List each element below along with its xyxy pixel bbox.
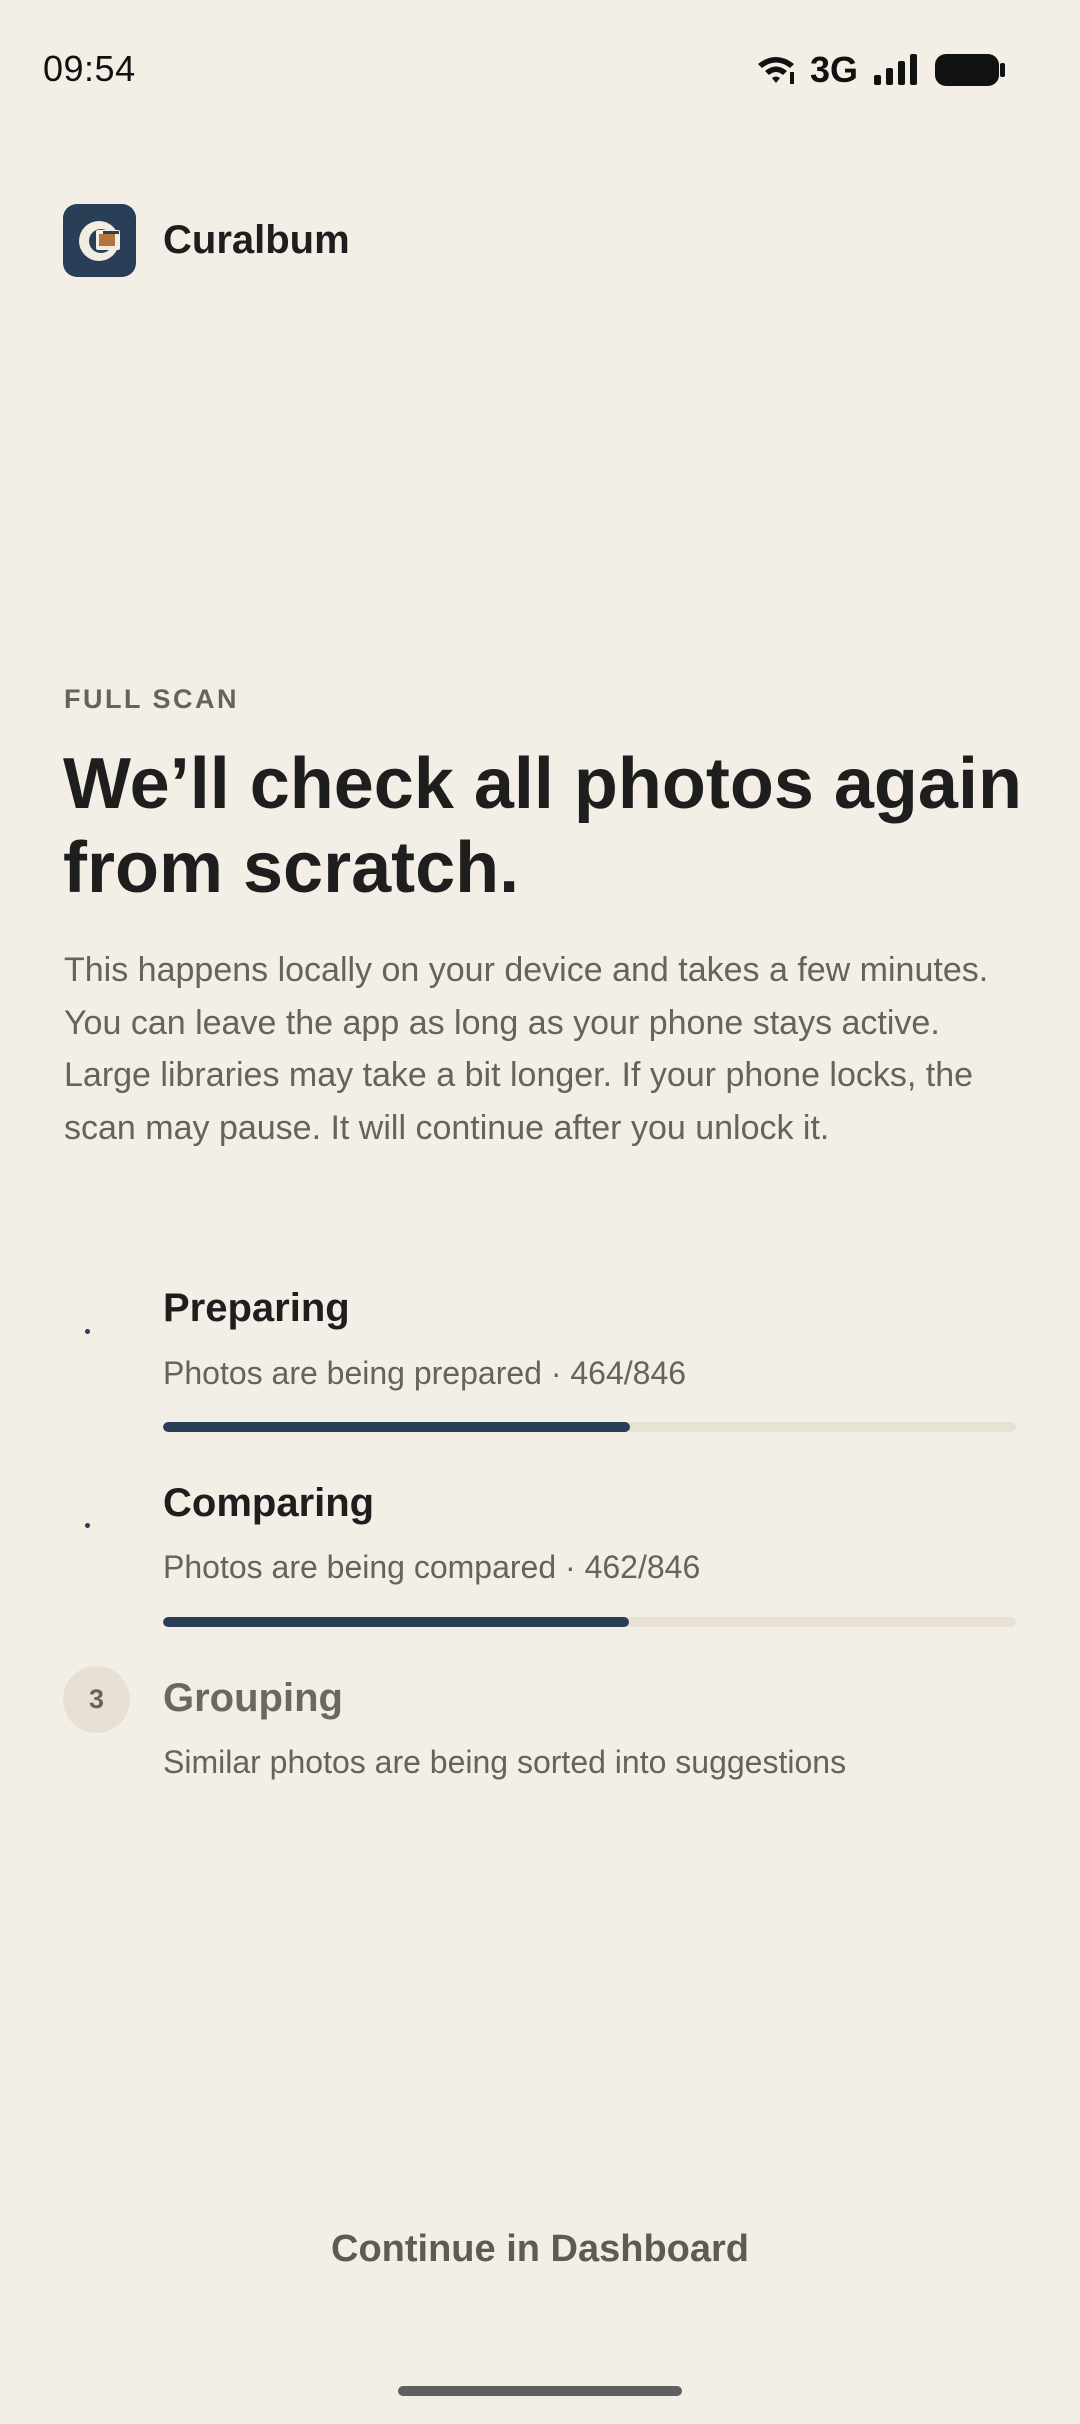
scan-progress-screen: 09:54 3G Curalbum FULL SCAN We’ll check … bbox=[0, 0, 1080, 2424]
progress-bar bbox=[163, 1617, 1016, 1627]
step-activity-indicator bbox=[63, 1491, 130, 1558]
status-bar: 09:54 3G bbox=[0, 0, 1080, 140]
step-title: Comparing bbox=[163, 1481, 375, 1525]
continue-in-dashboard-button[interactable]: Continue in Dashboard bbox=[0, 2228, 1080, 2271]
scan-description: This happens locally on your device and … bbox=[64, 951, 989, 1147]
signal-icon bbox=[872, 53, 920, 87]
status-time: 09:54 bbox=[43, 48, 136, 89]
page-title: We’ll check all photos again from scratc… bbox=[63, 744, 1022, 908]
network-type-label: 3G bbox=[809, 49, 858, 90]
status-icons: 3G bbox=[756, 48, 1006, 92]
step-activity-indicator bbox=[63, 1297, 130, 1364]
step-number-badge: 3 bbox=[63, 1666, 130, 1733]
progress-bar bbox=[163, 1422, 1016, 1432]
step-subtitle: Similar photos are being sorted into sug… bbox=[163, 1744, 847, 1780]
progress-fill bbox=[163, 1617, 629, 1627]
step-subtitle: Photos are being compared · 462/846 bbox=[163, 1549, 701, 1585]
step-title: Grouping bbox=[163, 1676, 343, 1720]
section-eyebrow: FULL SCAN bbox=[64, 684, 239, 714]
wifi-icon bbox=[756, 54, 796, 86]
battery-icon bbox=[934, 52, 1006, 88]
app-header: Curalbum bbox=[63, 204, 350, 277]
step-subtitle: Photos are being prepared · 464/846 bbox=[163, 1355, 687, 1391]
progress-fill bbox=[163, 1422, 631, 1432]
home-indicator[interactable] bbox=[398, 2386, 682, 2396]
step-title: Preparing bbox=[163, 1286, 350, 1330]
app-name: Curalbum bbox=[163, 218, 350, 262]
curalbum-logo-icon bbox=[63, 204, 136, 277]
